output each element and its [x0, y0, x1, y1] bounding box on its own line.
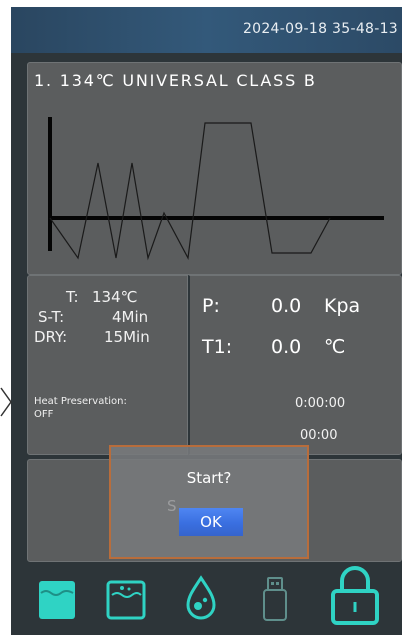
heat-preservation-value: OFF: [34, 409, 54, 420]
temperature-label: T:: [66, 288, 79, 306]
autoclave-screen: 2024-09-18 35-48-13 1. 134℃ UNIVERSAL CL…: [11, 7, 402, 635]
pressure-unit: Kpa: [324, 295, 361, 317]
water-tank-full-icon[interactable]: [37, 579, 77, 621]
dialog-background-text: S: [167, 497, 177, 515]
dialog-message: Start?: [186, 469, 232, 487]
chevron-right-icon[interactable]: [0, 387, 12, 417]
status-bar: 2024-09-18 35-48-13: [11, 7, 402, 53]
sterilization-time-value: 4Min: [112, 308, 149, 326]
temperature-value: 134℃: [92, 288, 138, 306]
start-confirm-dialog: Start? S OK: [109, 445, 309, 559]
water-tank-empty-icon[interactable]: [105, 579, 147, 621]
pressure-value: 0.0: [271, 295, 302, 317]
dry-time-label: DRY:: [34, 328, 68, 346]
heat-preservation-label: Heat Preservation:: [34, 396, 127, 407]
bottom-toolbar: [27, 565, 402, 635]
remaining-time: 00:00: [300, 428, 338, 443]
padlock-icon[interactable]: [329, 565, 381, 627]
pressure-label: P:: [202, 295, 220, 317]
dry-time-value: 15Min: [104, 328, 150, 346]
chamber-temp-label: T1:: [202, 336, 233, 358]
cycle-graph: [48, 117, 384, 261]
water-drop-icon[interactable]: [184, 575, 218, 621]
program-panel[interactable]: 1. 134℃ UNIVERSAL CLASS B: [27, 62, 402, 275]
chamber-temp-value: 0.0: [271, 336, 302, 358]
usb-drive-icon[interactable]: [260, 575, 290, 623]
sterilization-time-label: S-T:: [38, 308, 65, 326]
chamber-temp-unit: ℃: [324, 336, 346, 358]
live-readings-panel: P: 0.0 Kpa T1: 0.0 ℃ 0:00:00 00:00: [188, 275, 402, 455]
elapsed-time: 0:00:00: [295, 396, 346, 411]
cycle-parameters-panel: T: 134℃ S-T: 4Min DRY: 15Min Heat Preser…: [27, 275, 188, 455]
graph-cycle-curve: [49, 122, 331, 261]
datetime-display: 2024-09-18 35-48-13: [242, 21, 398, 37]
program-title: 1. 134℃ UNIVERSAL CLASS B: [34, 71, 317, 90]
ok-button[interactable]: OK: [179, 508, 243, 536]
